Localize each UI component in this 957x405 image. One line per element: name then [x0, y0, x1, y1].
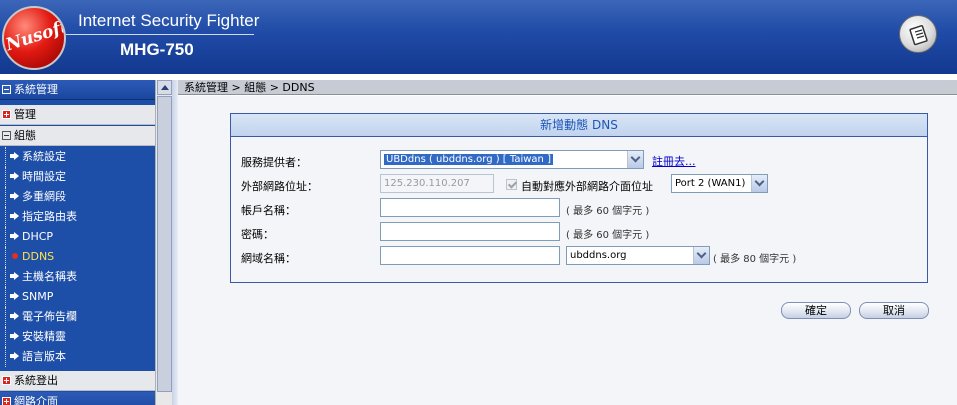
password-row: 密碼： ( 最多 60 個字元 ) [231, 222, 927, 244]
model-name: MHG-750 [120, 40, 194, 59]
collapse-icon [2, 85, 11, 94]
password-label: 密碼： [241, 228, 274, 241]
chevron-down-icon [693, 247, 709, 264]
nusoft-logo: Nusoft [2, 6, 66, 70]
sidebar-item-time-settings[interactable]: 時間設定 [0, 167, 155, 187]
sidebar-nav: 系統管理 管理 組態 系統設定 時間設定 多重網段 指定路由表 DHCP DDN… [0, 80, 155, 405]
arrow-right-icon [10, 152, 19, 160]
expand-icon [2, 110, 11, 119]
chevron-down-icon [627, 151, 643, 168]
sidebar-item-snmp[interactable]: SNMP [0, 287, 155, 307]
sidebar-item-host-table[interactable]: 主機名稱表 [0, 267, 155, 287]
arrow-right-icon [10, 272, 19, 280]
domain-row: 網域名稱： ubddns.org ( 最多 80 個字元 ) [231, 246, 927, 268]
sidebar-group-config[interactable]: 組態 [0, 126, 155, 146]
ok-button[interactable]: 確定 [781, 302, 851, 319]
main-content: 新增動態 DNS 服務提供者： UBDdns ( ubddns.org ) [ … [178, 96, 957, 405]
sidebar-item-setup-wizard[interactable]: 安裝精靈 [0, 327, 155, 347]
panel-title: 新增動態 DNS [231, 114, 927, 137]
domain-input[interactable] [380, 246, 560, 265]
expand-icon [2, 376, 11, 385]
arrow-right-icon [10, 312, 19, 320]
collapse-icon [2, 131, 11, 140]
sidebar-group-logout[interactable]: 系統登出 [0, 371, 155, 391]
auto-map-checkbox[interactable] [506, 179, 517, 190]
chevron-down-icon [751, 175, 767, 192]
external-ip-input[interactable]: 125.230.110.207 [380, 174, 494, 193]
password-hint: ( 最多 60 個字元 ) [566, 230, 650, 241]
arrow-right-icon [10, 332, 19, 340]
arrow-right-icon [10, 192, 19, 200]
account-hint: ( 最多 60 個字元 ) [566, 206, 650, 217]
auto-map-label: 自動對應外部網路介面位址 [521, 180, 653, 193]
sidebar-item-bulletin[interactable]: 電子佈告欄 [0, 307, 155, 327]
external-ip-row: 外部網路位址： 125.230.110.207 自動對應外部網路介面位址 Por… [231, 174, 927, 196]
scroll-thumb[interactable] [157, 96, 172, 392]
notepad-icon [909, 25, 928, 46]
account-row: 帳戶名稱： ( 最多 60 個字元 ) [231, 198, 927, 220]
app-header: Nusoft Internet Security Fighter MHG-750 [0, 0, 957, 74]
domain-label: 網域名稱： [241, 252, 296, 265]
port-select[interactable]: Port 2 (WAN1) [671, 174, 768, 193]
password-input[interactable] [380, 222, 560, 241]
expand-icon [2, 397, 11, 405]
provider-select[interactable]: UBDdns ( ubddns.org ) [ Taiwan ] [380, 150, 644, 169]
provider-label: 服務提供者： [241, 156, 307, 169]
sidebar-item-routing-table[interactable]: 指定路由表 [0, 207, 155, 227]
account-input[interactable] [380, 198, 560, 217]
arrow-right-icon [10, 292, 19, 300]
domain-hint: ( 最多 80 個字元 ) [713, 254, 797, 265]
arrow-right-icon [10, 232, 19, 240]
scroll-up-button[interactable] [157, 80, 172, 95]
sidebar-item-system-settings[interactable]: 系統設定 [0, 147, 155, 167]
sidebar-item-ddns[interactable]: DDNS [0, 247, 155, 267]
notepad-button[interactable] [899, 15, 937, 53]
cancel-button[interactable]: 取消 [859, 302, 929, 319]
sidebar-item-language[interactable]: 語言版本 [0, 347, 155, 367]
arrow-right-icon [10, 352, 19, 360]
arrow-right-icon [10, 172, 19, 180]
active-dot-icon [12, 253, 18, 259]
account-label: 帳戶名稱： [241, 204, 296, 217]
domain-suffix-select[interactable]: ubddns.org [566, 246, 710, 265]
breadcrumb: 系統管理 > 組態 > DDNS [178, 80, 957, 95]
sidebar-item-multi-subnet[interactable]: 多重網段 [0, 187, 155, 207]
external-ip-label: 外部網路位址： [241, 180, 318, 193]
register-link[interactable]: 註冊去... [652, 153, 696, 169]
sidebar-group-manage[interactable]: 管理 [0, 105, 155, 125]
sidebar-section-network[interactable]: 網路介面 [0, 392, 155, 405]
provider-row: 服務提供者： UBDdns ( ubddns.org ) [ Taiwan ] … [231, 150, 927, 172]
sidebar-item-dhcp[interactable]: DHCP [0, 227, 155, 247]
sidebar-scrollbar[interactable] [155, 80, 172, 405]
arrow-right-icon [10, 212, 19, 220]
title-divider [66, 34, 254, 35]
ddns-form-panel: 新增動態 DNS 服務提供者： UBDdns ( ubddns.org ) [ … [230, 113, 928, 283]
product-title: Internet Security Fighter [78, 11, 260, 30]
sidebar-section-system[interactable]: 系統管理 [0, 80, 155, 100]
